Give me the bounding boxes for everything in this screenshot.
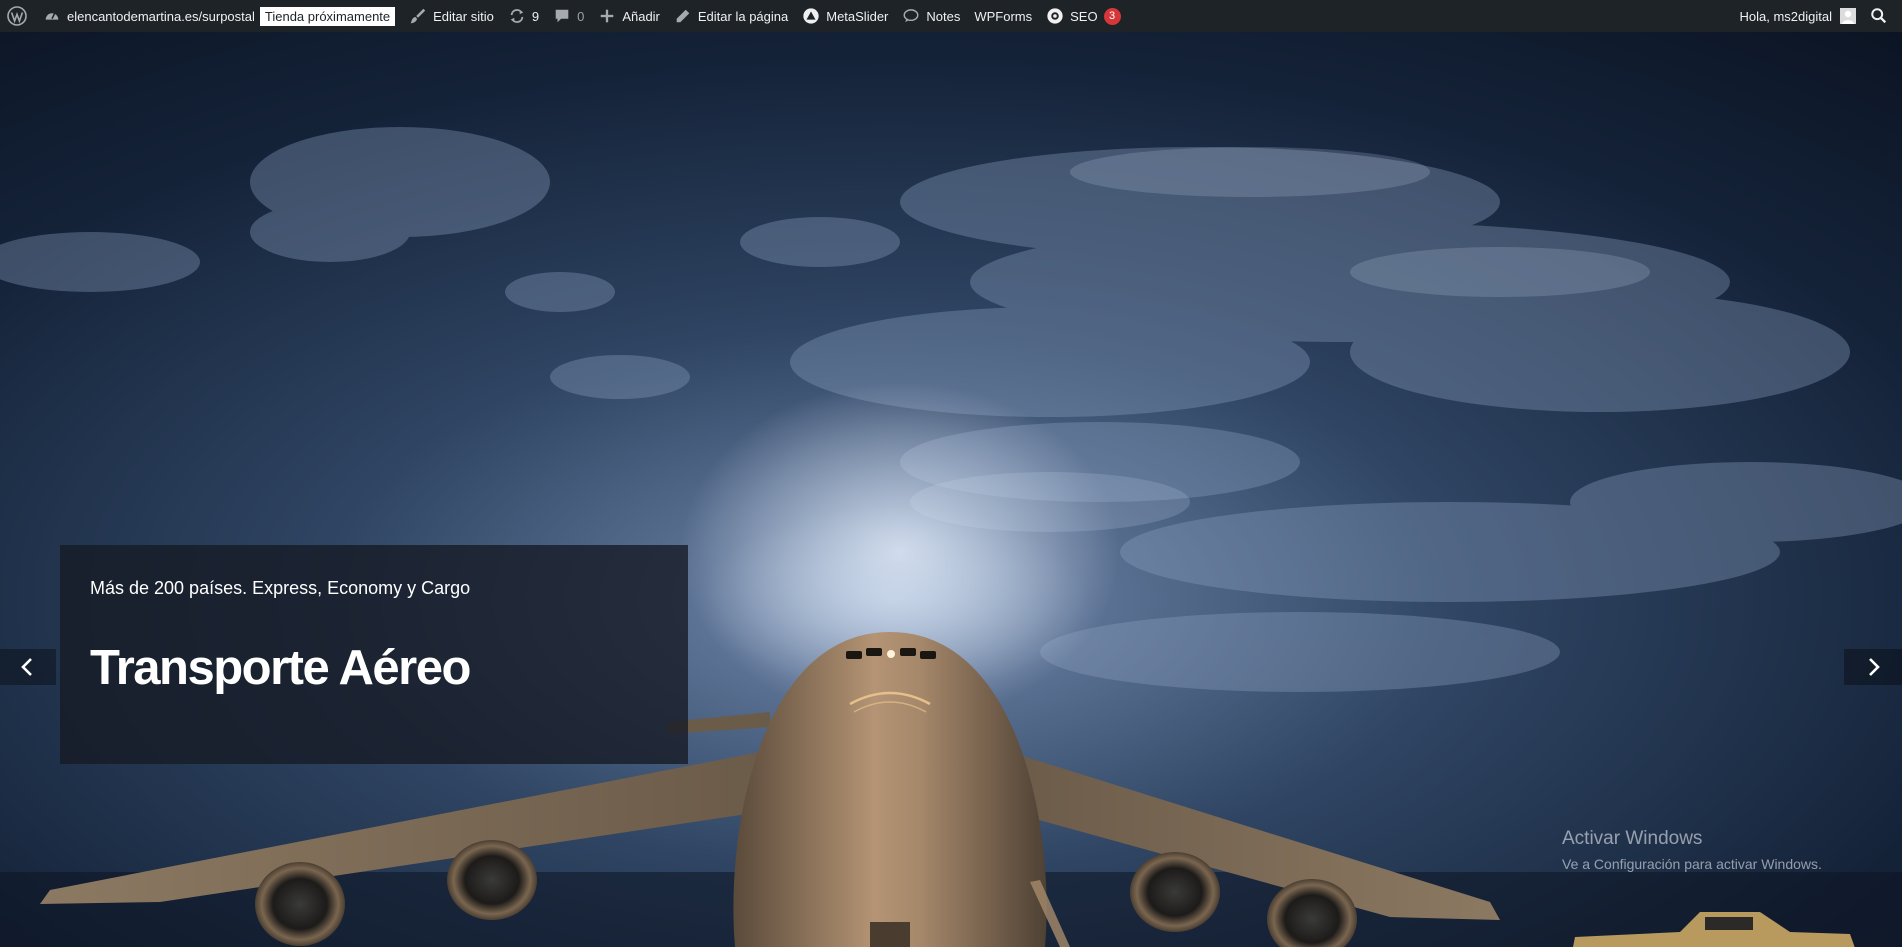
hero-slider: Más de 200 países. Express, Economy y Ca… xyxy=(0,32,1902,947)
slider-next-button[interactable] xyxy=(1844,649,1902,685)
updates-link[interactable]: 9 xyxy=(501,0,546,32)
edit-page-link[interactable]: Editar la página xyxy=(667,0,795,32)
greeting: Hola, ms2digital xyxy=(1739,8,1833,24)
wpforms-label: WPForms xyxy=(974,8,1033,24)
edit-site-link[interactable]: Editar sitio xyxy=(402,0,501,32)
updates-count: 9 xyxy=(531,8,540,24)
avatar xyxy=(1840,8,1856,24)
seo-gear-icon xyxy=(1047,8,1063,24)
slide-background-image xyxy=(0,32,1902,947)
wordpress-icon xyxy=(7,6,27,26)
metaslider-menu[interactable]: MetaSlider xyxy=(795,0,895,32)
metaslider-icon xyxy=(803,8,819,24)
site-name-menu[interactable]: elencantodemartina.es/surpostal xyxy=(36,0,262,32)
user-silhouette-icon xyxy=(1842,10,1854,24)
plus-icon xyxy=(601,9,614,23)
notes-menu[interactable]: Notes xyxy=(895,0,967,32)
windows-activation-watermark: Activar Windows Ve a Configuración para … xyxy=(1562,828,1822,872)
seo-label: SEO xyxy=(1070,8,1098,24)
brush-icon xyxy=(410,8,426,24)
admin-bar: elencantodemartina.es/surpostal Tienda p… xyxy=(0,0,1902,32)
activate-windows-subtitle: Ve a Configuración para activar Windows. xyxy=(1562,856,1822,872)
add-new-menu[interactable]: Añadir xyxy=(591,0,667,32)
seo-notification-badge: 3 xyxy=(1103,7,1121,25)
add-new-label: Añadir xyxy=(622,8,660,24)
slide-subtitle: Más de 200 países. Express, Economy y Ca… xyxy=(90,578,471,598)
activate-windows-title: Activar Windows xyxy=(1562,828,1703,849)
wordpress-logo-menu[interactable] xyxy=(0,0,36,32)
edit-site-label: Editar sitio xyxy=(433,8,494,24)
store-badge-label: Tienda próximamente xyxy=(259,6,396,26)
metaslider-label: MetaSlider xyxy=(826,8,889,24)
comments-count: 0 xyxy=(577,8,585,24)
chevron-right-icon xyxy=(1869,658,1880,676)
chevron-left-icon xyxy=(21,658,32,676)
store-coming-soon-badge[interactable]: Tienda próximamente xyxy=(259,0,402,32)
seo-menu[interactable]: SEO 3 xyxy=(1039,0,1127,32)
notes-label: Notes xyxy=(926,8,961,24)
site-name: elencantodemartina.es/surpostal xyxy=(67,8,255,24)
search-button[interactable] xyxy=(1863,0,1902,32)
slider-prev-button[interactable] xyxy=(0,649,56,685)
updates-icon xyxy=(510,9,524,23)
slide-title: Transporte Aéreo xyxy=(90,641,471,695)
wpforms-menu[interactable]: WPForms xyxy=(967,0,1039,32)
comment-icon xyxy=(555,9,569,23)
speech-bubble-icon xyxy=(903,9,919,23)
pencil-icon xyxy=(676,9,690,23)
slide-caption: Más de 200 países. Express, Economy y Ca… xyxy=(60,545,688,764)
my-account-menu[interactable]: Hola, ms2digital xyxy=(1733,0,1864,32)
comments-link[interactable]: 0 xyxy=(546,0,591,32)
edit-page-label: Editar la página xyxy=(697,8,789,24)
dashboard-icon xyxy=(45,12,59,20)
search-icon xyxy=(1871,8,1887,24)
